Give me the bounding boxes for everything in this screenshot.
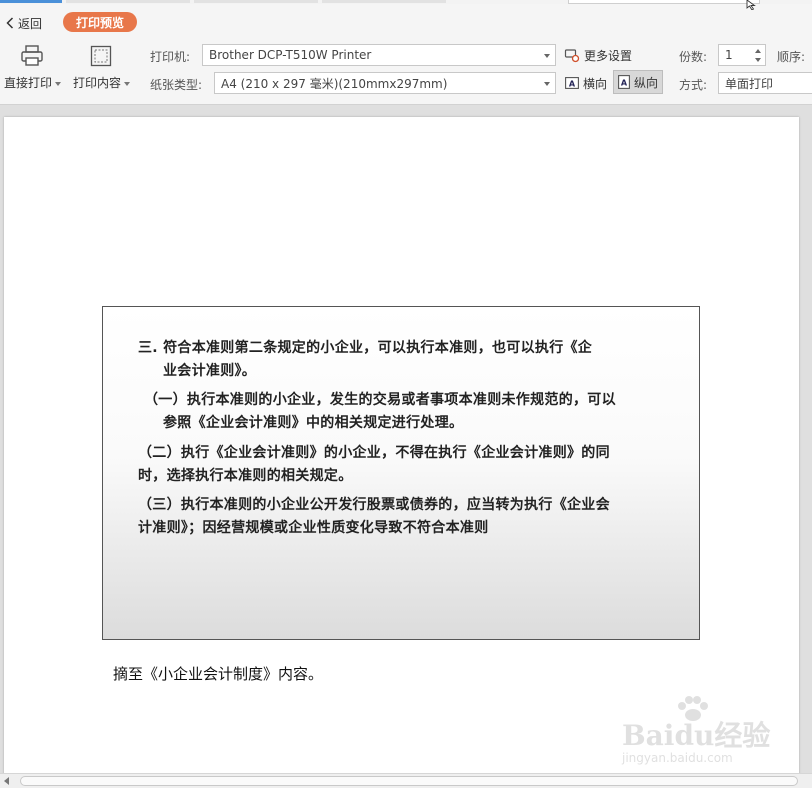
tab-4[interactable] — [322, 0, 446, 3]
order-label: 顺序: — [777, 50, 806, 64]
chevron-left-icon — [6, 17, 14, 29]
paper-type-value: A4 (210 x 297 毫米)(210mmx297mm) — [221, 76, 448, 91]
print-content-label: 打印内容 — [73, 76, 122, 90]
svg-text:A: A — [569, 79, 576, 88]
paragraph-line: 时，选择执行本准则的相关规定。 — [138, 468, 353, 484]
paragraph-line: （一）执行本准则的小企业，发生的交易或者事项本准则未作规范的，可以 — [144, 392, 616, 408]
copies-value: 1 — [725, 48, 733, 62]
chevron-down-icon — [544, 54, 550, 58]
document-content-box: 三. 符合本准则第二条规定的小企业，可以执行本准则，也可以执行《企 业会计准则》… — [102, 306, 700, 640]
printer-value: Brother DCP-T510W Printer — [209, 48, 372, 62]
paper-type-select[interactable]: A4 (210 x 297 毫米)(210mmx297mm) — [214, 72, 556, 94]
direct-print-button[interactable]: 直接打印 — [4, 44, 62, 94]
printer-select[interactable]: Brother DCP-T510W Printer — [202, 44, 556, 66]
baidu-watermark: Baidu经验 jingyan.baidu.com — [622, 696, 772, 766]
tab-3[interactable] — [194, 0, 318, 3]
preview-page: 三. 符合本准则第二条规定的小企业，可以执行本准则，也可以执行《企 业会计准则》… — [4, 117, 799, 787]
horizontal-scrollbar[interactable] — [0, 773, 812, 788]
tab-2[interactable] — [66, 0, 190, 3]
paragraph-line: 计准则》；因经营规模或企业性质变化导致不符合本准则 — [138, 520, 489, 536]
landscape-label: 横向 — [583, 76, 608, 91]
print-mode-label: 方式: — [679, 78, 708, 92]
chevron-down-icon[interactable] — [755, 58, 761, 62]
copies-label: 份数: — [679, 50, 708, 64]
tab-active[interactable] — [0, 0, 62, 3]
portrait-label: 纵向 — [634, 75, 659, 90]
portrait-button[interactable]: A 纵向 — [613, 70, 664, 94]
paper-type-label: 纸张类型: — [150, 78, 203, 92]
landscape-icon: A — [565, 77, 579, 89]
paragraph-line: 业会计准则》。 — [163, 363, 257, 379]
print-preview-toolbar: 返回 打印预览 直接打印 打印内容 打印机: Brother DCP-T510W… — [0, 4, 812, 105]
watermark-url-text: jingyan.baidu.com — [622, 751, 733, 765]
dropdown-caret-icon — [124, 81, 131, 86]
settings-printer-icon — [564, 49, 580, 63]
print-content-button[interactable]: 打印内容 — [73, 44, 133, 94]
printer-label: 打印机: — [150, 50, 191, 64]
print-mode-value: 单面打印 — [725, 76, 774, 91]
paragraph-line: 三. 符合本准则第二条规定的小企业，可以执行本准则，也可以执行《企 — [138, 340, 593, 356]
source-caption: 摘至《小企业会计制度》内容。 — [113, 665, 324, 683]
print-mode-select[interactable]: 单面打印 — [718, 72, 812, 94]
back-label: 返回 — [18, 16, 43, 31]
svg-text:A: A — [621, 78, 628, 87]
chevron-down-icon — [544, 82, 550, 86]
copies-stepper[interactable]: 1 — [718, 44, 766, 66]
watermark-main-text: Baidu经验 — [622, 719, 771, 752]
scroll-left-arrow-icon[interactable] — [4, 777, 9, 785]
portrait-icon: A — [618, 75, 630, 89]
paragraph-line: （二）执行《企业会计准则》的小企业，不得在执行《企业会计准则》的同 — [138, 445, 610, 461]
more-settings-button[interactable]: 更多设置 — [564, 44, 632, 66]
dropdown-caret-icon — [55, 81, 62, 86]
print-preview-badge: 打印预览 — [63, 12, 137, 32]
back-button[interactable]: 返回 — [6, 14, 42, 32]
printer-icon — [21, 45, 43, 66]
paragraph-line: 参照《企业会计准则》中的相关规定进行处理。 — [163, 415, 464, 431]
paragraph-line: （三）执行本准则的小企业公开发行股票或债券的，应当转为执行《企业会 — [138, 497, 610, 513]
mouse-cursor-icon — [746, 0, 756, 10]
chevron-up-icon[interactable] — [755, 49, 761, 53]
print-area-icon — [90, 45, 112, 67]
more-settings-label: 更多设置 — [584, 48, 633, 63]
direct-print-label: 直接打印 — [4, 76, 53, 90]
scrollbar-thumb[interactable] — [20, 776, 798, 786]
landscape-button[interactable]: A 横向 — [565, 72, 607, 94]
